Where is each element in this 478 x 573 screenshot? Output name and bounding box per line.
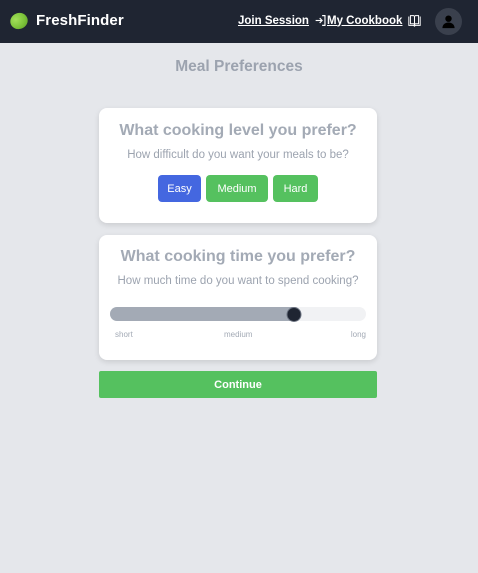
page-title: Meal Preferences xyxy=(175,58,303,75)
slider-fill xyxy=(110,307,302,321)
cooking-time-title: What cooking time you prefer? xyxy=(120,248,356,265)
level-easy-button[interactable]: Easy xyxy=(158,175,201,202)
brand-name: FreshFinder xyxy=(36,12,124,29)
cooking-time-subtitle: How much time do you want to spend cooki… xyxy=(117,275,359,287)
slider-thumb[interactable] xyxy=(286,306,302,322)
cooking-level-subtitle: How difficult do you want your meals to … xyxy=(127,149,349,161)
join-session-link[interactable]: Join Session xyxy=(238,14,327,27)
cooking-time-slider[interactable] xyxy=(110,306,366,322)
join-session-label: Join Session xyxy=(238,14,309,27)
lime-icon xyxy=(7,9,31,32)
cooking-time-card: What cooking time you prefer? How much t… xyxy=(99,235,377,360)
top-navbar: FreshFinder Join Session My Cookbook xyxy=(0,0,478,43)
brand[interactable]: FreshFinder xyxy=(7,9,124,32)
my-cookbook-link[interactable]: My Cookbook xyxy=(327,14,422,27)
slider-label-long: long xyxy=(350,330,366,339)
continue-button[interactable]: Continue xyxy=(99,371,377,398)
slider-label-short: short xyxy=(115,330,133,339)
cooking-level-title: What cooking level you prefer? xyxy=(119,122,357,139)
level-medium-button[interactable]: Medium xyxy=(206,175,268,202)
level-hard-button[interactable]: Hard xyxy=(273,175,318,202)
user-avatar-button[interactable] xyxy=(435,8,462,35)
user-avatar-icon xyxy=(442,15,455,29)
cooking-level-card: What cooking level you prefer? How diffi… xyxy=(99,108,377,223)
open-book-icon xyxy=(408,15,422,27)
my-cookbook-label: My Cookbook xyxy=(327,14,403,27)
slider-label-medium: medium xyxy=(224,330,253,339)
login-arrow-icon xyxy=(315,15,326,26)
